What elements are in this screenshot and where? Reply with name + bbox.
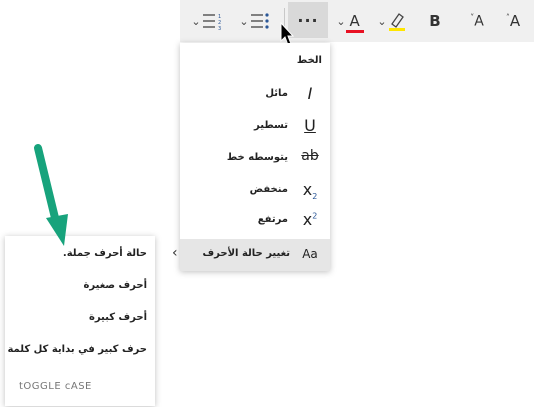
underline-icon: U [304,116,316,135]
more-options-button[interactable]: ··· [288,2,328,38]
increase-font-icon: ˄A [505,12,521,30]
decrease-font-button[interactable]: ˅A [462,0,492,42]
chevron-down-icon: ⌄ [336,14,346,28]
chevron-down-icon: ⌄ [377,14,387,28]
green-arrow-icon [34,144,68,246]
italic-icon: I [307,84,313,103]
case-option-toggle[interactable]: tOGGLE cASE [19,381,92,392]
chevron-down-icon: ⌄ [191,14,201,28]
case-option-lowercase[interactable]: أحرف صغيرة [84,280,147,291]
bullet-list-icon [250,13,269,29]
chevron-left-icon: ‹ [172,245,178,261]
font-menu-header: الخط [296,55,322,66]
menu-item-italic[interactable]: I مائل [180,81,330,111]
font-color-icon: A [345,12,364,33]
strikethrough-icon: ab [301,148,319,164]
font-menu: الخط I مائل U تسطير ab يتوسطه خط x2 منخف… [172,43,330,271]
menu-item-strikethrough[interactable]: ab يتوسطه خط [180,145,330,175]
highlighter-icon [388,13,405,31]
case-option-uppercase[interactable]: أحرف كبيرة [89,312,147,323]
chevron-down-icon: ⌄ [239,14,249,28]
svg-text:3: 3 [218,26,221,31]
highlight-color-button[interactable]: ⌄ [372,0,412,42]
menu-item-underline[interactable]: U تسطير [180,113,330,143]
menu-item-subscript[interactable]: x2 منخفض [180,177,330,207]
subscript-icon: x2 [302,180,318,202]
bold-icon: B [429,12,441,30]
numbered-list-icon: 1 2 3 [202,14,221,31]
superscript-icon: x2 [302,210,318,229]
change-case-submenu: حالة أحرف جملة. أحرف صغيرة أحرف كبيرة حر… [5,236,155,406]
menu-item-change-case[interactable]: Aa تغيير حالة الأحرف ‹ [172,239,330,271]
numbered-list-button[interactable]: ⌄ 1 2 3 [184,0,230,42]
increase-font-button[interactable]: ˄A [498,0,528,42]
change-case-icon: Aa [302,247,318,261]
bold-button[interactable]: B [420,0,450,42]
decrease-font-icon: ˅A [470,12,484,30]
font-color-button[interactable]: ⌄ A [330,0,370,42]
case-option-capitalize-each-word[interactable]: حرف كبير في بداية كل كلمة [7,344,147,355]
ellipsis-icon: ··· [297,10,319,30]
formatting-toolbar: ⌄ 1 2 3 ⌄ ··· ⌄ A ⌄ B ˅A ˄A [180,0,534,42]
menu-item-superscript[interactable]: x2 مرتفع [180,207,330,237]
